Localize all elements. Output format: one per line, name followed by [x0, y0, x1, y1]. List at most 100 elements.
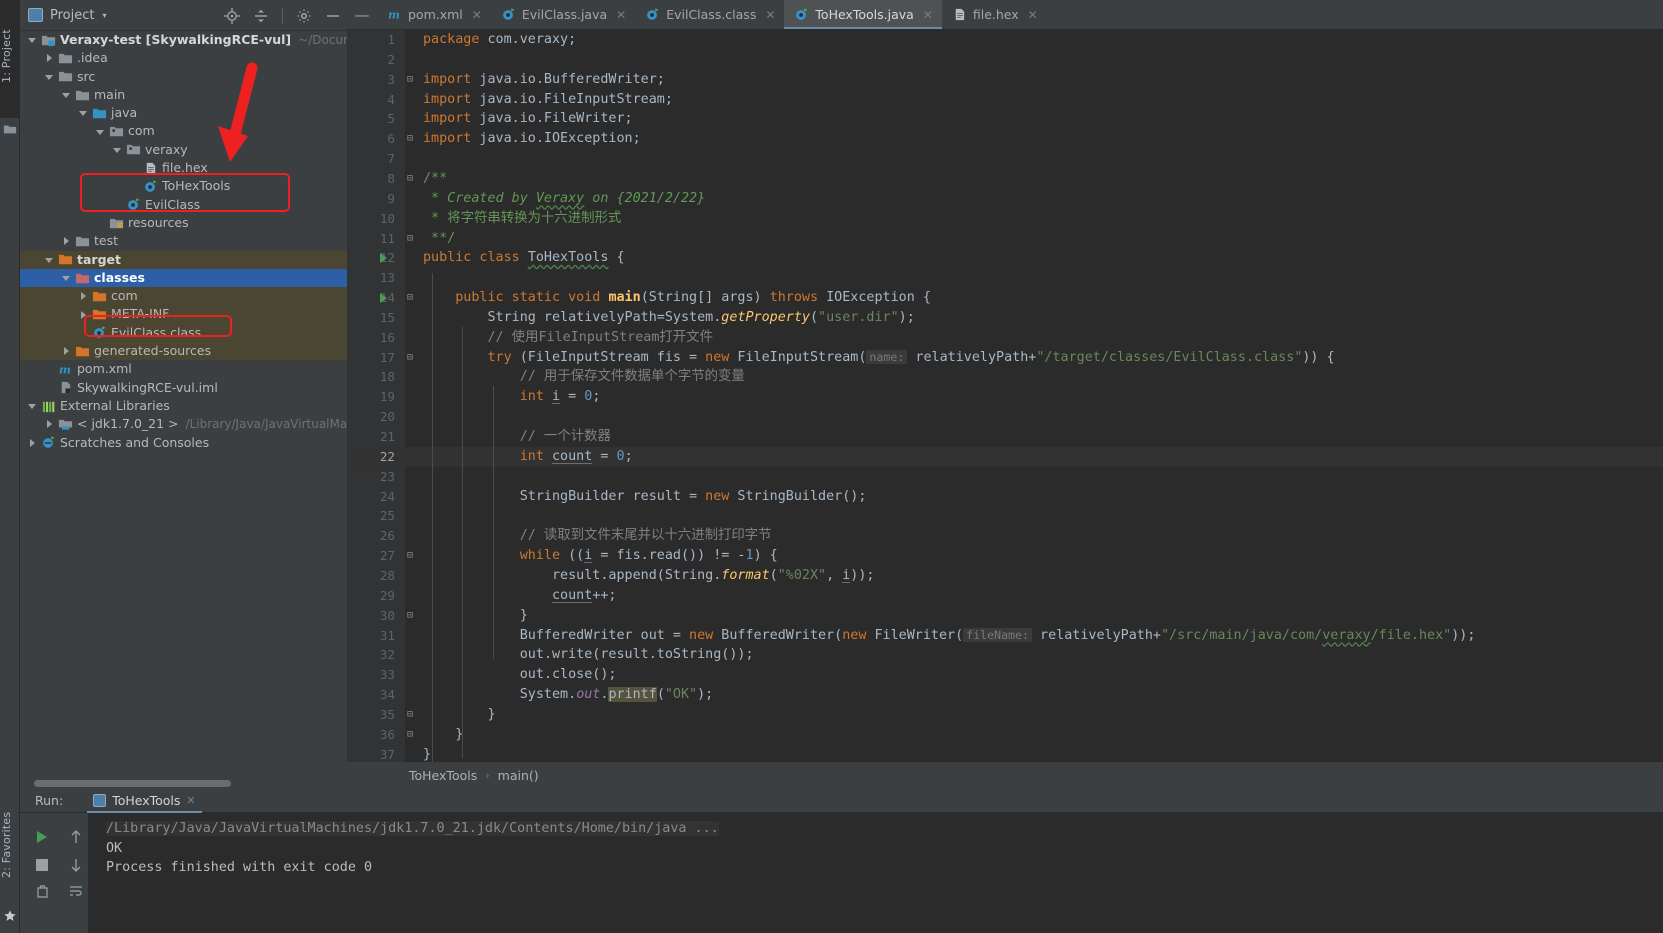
code-line-31[interactable]: 31 BufferedWriter out = new BufferedWrit… — [347, 626, 1663, 646]
stripe-button-project[interactable]: 1: Project — [0, 0, 20, 118]
breadcrumb[interactable]: ToHexTools › main() — [347, 762, 1663, 789]
code-line-37[interactable]: 37} — [347, 745, 1663, 762]
code-text[interactable]: 1 package com.veraxy; 2 3 ⊟ import java.io.Bu… — [347, 30, 1663, 762]
trash-icon[interactable] — [30, 879, 54, 903]
code-line-35[interactable]: 35 ⊟ } — [347, 705, 1663, 725]
close-icon[interactable]: ✕ — [765, 8, 775, 22]
code-line-17[interactable]: 17 ⊟ try (FileInputStream fis = new FileI… — [347, 348, 1663, 368]
code-line-26[interactable]: 26 // 读取到文件末尾并以十六进制打印字节 — [347, 526, 1663, 546]
locate-icon[interactable] — [224, 7, 240, 24]
chevron-down-icon[interactable]: ▾ — [102, 11, 106, 20]
tree-node-file-hex[interactable]: file.hex — [20, 159, 347, 177]
editor-tab-file-hex[interactable]: file.hex ✕ — [942, 0, 1047, 29]
collapse-all-icon[interactable] — [253, 8, 269, 24]
fold-toggle-icon[interactable]: ⊟ — [404, 606, 416, 626]
breadcrumb-class[interactable]: ToHexTools — [409, 768, 477, 783]
chevron-down-icon[interactable] — [96, 127, 106, 137]
chevron-right-icon[interactable] — [45, 53, 55, 63]
close-icon[interactable]: ✕ — [472, 8, 482, 22]
tabs-minimize-icon[interactable]: — — [347, 0, 377, 29]
tree-node-scratches-and-consoles[interactable]: Scratches and Consoles — [20, 434, 347, 452]
code-line-34[interactable]: 34 System.out.printf("OK"); — [347, 685, 1663, 705]
fold-toggle-icon[interactable]: ⊟ — [404, 288, 416, 308]
tree-node-com[interactable]: com — [20, 287, 347, 306]
code-line-16[interactable]: 16 // 使用FileInputStream打开文件 — [347, 328, 1663, 348]
minimize-icon[interactable] — [325, 8, 341, 24]
tree-node-veraxy-test-skywalkingrce-vul[interactable]: Veraxy-test [SkywalkingRCE-vul] ~/Documen… — [20, 31, 347, 49]
tree-node-generated-sources[interactable]: generated-sources — [20, 342, 347, 361]
editor-tab-bar[interactable]: — m pom.xml ✕ EvilClass.java ✕ EvilClass.clas… — [347, 0, 1663, 30]
tree-node-skywalkingrce-vul-iml[interactable]: SkywalkingRCE-vul.iml — [20, 379, 347, 397]
down-icon[interactable] — [64, 853, 88, 877]
code-line-11[interactable]: 11 ⊟ **/ — [347, 229, 1663, 249]
close-icon[interactable]: ✕ — [1028, 8, 1038, 22]
code-line-24[interactable]: 24 StringBuilder result = new StringBuil… — [347, 487, 1663, 507]
code-line-30[interactable]: 30 ⊟ } — [347, 606, 1663, 626]
tree-node-evilclass[interactable]: EvilClass — [20, 196, 347, 214]
console-output[interactable]: /Library/Java/JavaVirtualMachines/jdk1.7… — [88, 813, 1663, 933]
close-icon[interactable]: ✕ — [186, 794, 195, 807]
stripe-button-favorites[interactable]: 2: Favorites — [0, 791, 20, 903]
editor-tab-pom-xml[interactable]: m pom.xml ✕ — [377, 0, 491, 29]
code-line-15[interactable]: 15 String relativelyPath=System.getPrope… — [347, 308, 1663, 328]
chevron-down-icon[interactable] — [62, 273, 72, 283]
code-line-3[interactable]: 3 ⊟ import java.io.BufferedWriter; — [347, 70, 1663, 90]
fold-toggle-icon[interactable]: ⊟ — [404, 348, 416, 368]
code-line-1[interactable]: 1 package com.veraxy; — [347, 30, 1663, 50]
tree-node-src[interactable]: src — [20, 68, 347, 86]
tree-node-tohextools[interactable]: ToHexTools — [20, 177, 347, 195]
code-line-10[interactable]: 10 * 将字符串转换为十六进制形式 — [347, 209, 1663, 229]
code-line-33[interactable]: 33 out.close(); — [347, 665, 1663, 685]
code-line-13[interactable]: 13 — [347, 268, 1663, 288]
code-line-19[interactable]: 19 int i = 0; — [347, 387, 1663, 407]
fold-toggle-icon[interactable]: ⊟ — [404, 725, 416, 745]
code-line-14[interactable]: 14 ⊟ public static void main(String[] arg… — [347, 288, 1663, 308]
tree-node-main[interactable]: main — [20, 86, 347, 104]
chevron-right-icon[interactable] — [45, 419, 55, 429]
chevron-right-icon[interactable] — [62, 346, 72, 356]
code-line-20[interactable]: 20 — [347, 407, 1663, 427]
tree-node-meta-inf[interactable]: META-INF — [20, 305, 347, 324]
tree-node-classes[interactable]: classes — [20, 268, 347, 288]
code-line-6[interactable]: 6 ⊟ import java.io.IOException; — [347, 129, 1663, 149]
chevron-right-icon[interactable] — [79, 310, 89, 320]
gear-icon[interactable] — [296, 8, 312, 24]
chevron-down-icon[interactable] — [113, 145, 123, 155]
code-line-28[interactable]: 28 result.append(String.format("%02X", i… — [347, 566, 1663, 586]
code-line-32[interactable]: 32 out.write(result.toString()); — [347, 645, 1663, 665]
run-gutter-icon[interactable] — [380, 253, 387, 264]
tree-node-test[interactable]: test — [20, 232, 347, 250]
close-icon[interactable]: ✕ — [616, 8, 626, 22]
project-tree[interactable]: Veraxy-test [SkywalkingRCE-vul] ~/Documen… — [20, 31, 347, 773]
fold-toggle-icon[interactable]: ⊟ — [404, 70, 416, 90]
soft-wrap-icon[interactable] — [64, 879, 88, 903]
fold-toggle-icon[interactable]: ⊟ — [404, 129, 416, 149]
breadcrumb-method[interactable]: main() — [498, 768, 539, 783]
code-line-2[interactable]: 2 — [347, 50, 1663, 70]
chevron-down-icon[interactable] — [28, 401, 38, 411]
editor-tab-tohextools-java[interactable]: ToHexTools.java ✕ — [784, 0, 943, 29]
tree-node-java[interactable]: java — [20, 104, 347, 122]
tree-node-resources[interactable]: resources — [20, 214, 347, 232]
code-line-4[interactable]: 4 import java.io.FileInputStream; — [347, 90, 1663, 110]
code-line-27[interactable]: 27 ⊟ while ((i = fis.read()) != -1) { — [347, 546, 1663, 566]
code-line-36[interactable]: 36 ⊟ } — [347, 725, 1663, 745]
code-line-7[interactable]: 7 — [347, 149, 1663, 169]
editor-tab-evilclass-class[interactable]: EvilClass.class ✕ — [635, 0, 784, 29]
tree-node-jdk1-7-0-21[interactable]: < jdk1.7.0_21 > /Library/Java/JavaVirtual… — [20, 415, 347, 433]
chevron-down-icon[interactable] — [62, 90, 72, 100]
editor-tab-evilclass-java[interactable]: EvilClass.java ✕ — [491, 0, 635, 29]
horizontal-scrollbar[interactable] — [34, 780, 231, 787]
console-toolbar[interactable] — [20, 813, 88, 933]
code-line-5[interactable]: 5 import java.io.FileWriter; — [347, 109, 1663, 129]
up-icon[interactable] — [64, 825, 88, 849]
fold-toggle-icon[interactable]: ⊟ — [404, 229, 416, 249]
tree-node-idea[interactable]: .idea — [20, 49, 347, 67]
chevron-down-icon[interactable] — [28, 35, 38, 45]
tree-node-target[interactable]: target — [20, 250, 347, 269]
code-line-8[interactable]: 8 ⊟ /** — [347, 169, 1663, 189]
tree-node-external-libraries[interactable]: External Libraries — [20, 397, 347, 415]
stop-icon[interactable] — [30, 853, 54, 877]
code-viewport[interactable]: 1 package com.veraxy; 2 3 ⊟ import java.io.Bu… — [347, 30, 1663, 762]
close-icon[interactable]: ✕ — [923, 8, 933, 22]
